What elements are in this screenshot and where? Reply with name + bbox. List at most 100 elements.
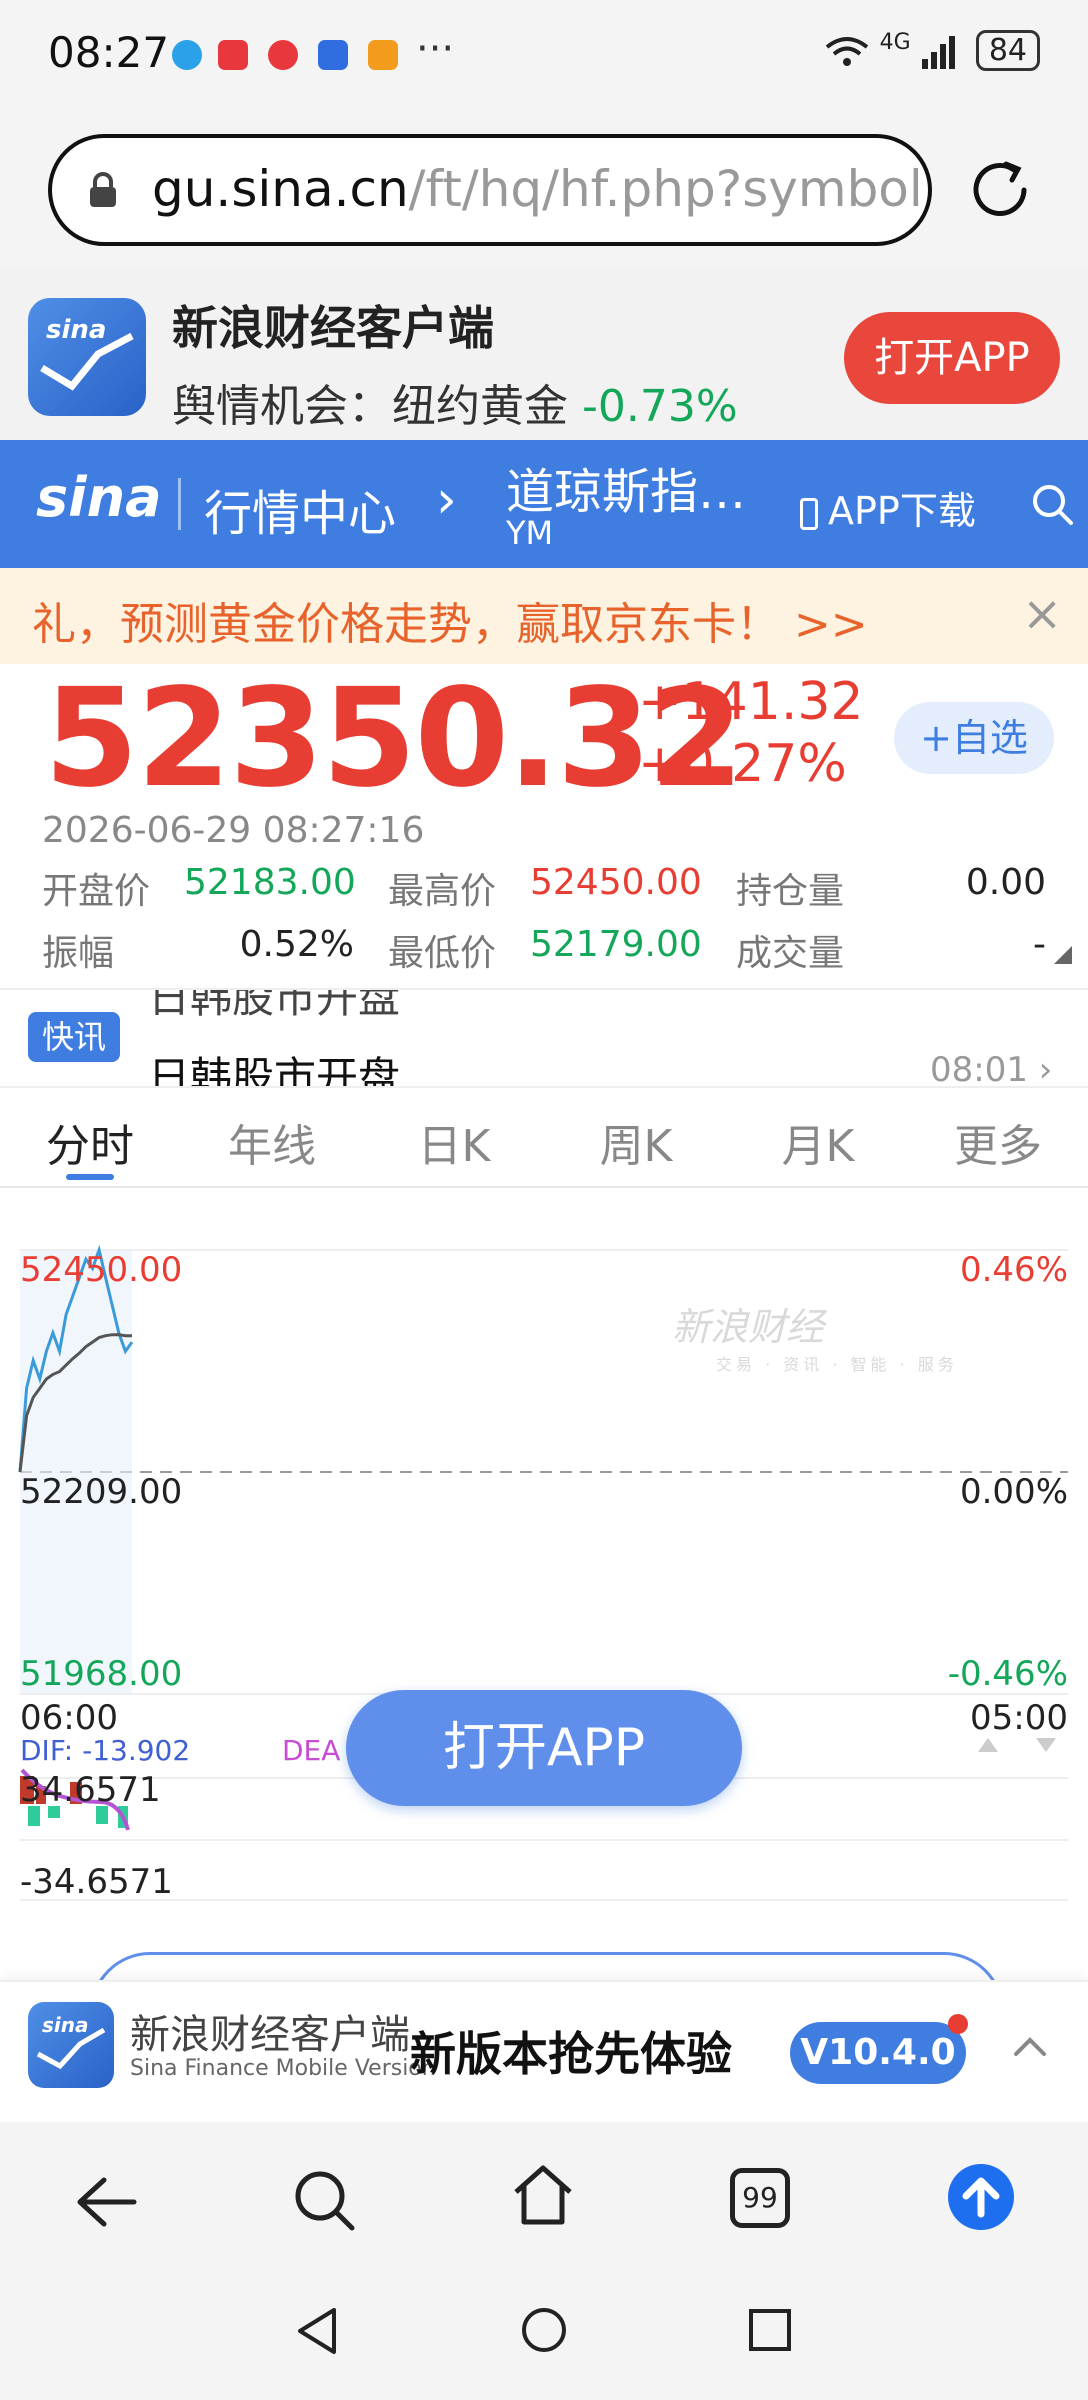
zoom-out-arrow-icon[interactable] (1036, 1738, 1056, 1752)
low-price-label: 最低价 (388, 933, 497, 974)
zoom-in-arrow-icon[interactable] (978, 1738, 998, 1752)
amplitude-value: 0.52% (239, 924, 354, 965)
notification-app-icon (268, 40, 298, 70)
promo-slogan: 新版本抢先体验 (410, 2027, 732, 2081)
tabs-count-button[interactable]: 99 (730, 2168, 790, 2228)
tab-daily-k[interactable]: 日K (384, 1110, 524, 1174)
browser-address-row: gu.sina.cn/ft/hq/hf.php?symbol= (0, 110, 1088, 270)
macd-axis-high: 34.6571 (20, 1770, 161, 1810)
news-tag: 快讯 (28, 1012, 120, 1062)
sina-logo[interactable]: sina (36, 466, 162, 529)
tab-monthly-k[interactable]: 月K (748, 1110, 888, 1174)
tab-weekly-k[interactable]: 周K (566, 1110, 706, 1174)
notification-app-icon (172, 40, 202, 70)
chevron-right-icon: › (436, 470, 457, 530)
pct-axis-low: -0.46% (947, 1654, 1068, 1694)
news-previous-headline: 日韩股市开盘 (148, 988, 401, 1022)
battery-indicator: 84 (975, 30, 1040, 71)
pct-axis-high: 0.46% (959, 1250, 1068, 1290)
breadcrumb-market-center[interactable]: 行情中心 (204, 474, 396, 544)
chevron-up-icon[interactable] (1010, 2026, 1050, 2066)
new-version-promo[interactable]: sina 新浪财经客户端 Sina Finance Mobile Version… (0, 1980, 1088, 2122)
notification-app-icon (368, 40, 398, 70)
news-time-value: 08:01 (930, 1050, 1028, 1088)
promo-app-english-name: Sina Finance Mobile Version (130, 2056, 436, 2081)
tab-more[interactable]: 更多 (928, 1110, 1068, 1174)
price-axis-mid: 52209.00 (20, 1472, 183, 1512)
intraday-chart[interactable]: 新浪财经 交易 · 资讯 · 智能 · 服务 52450.00 52209.00 … (0, 1190, 1088, 1940)
price-change: +141.32 (638, 672, 864, 732)
macd-dif-label: DIF: -13.902 (20, 1734, 191, 1767)
promo-app-name: 新浪财经客户端 (130, 2012, 410, 2058)
amplitude-label: 振幅 (42, 933, 115, 974)
open-interest-label: 持仓量 (736, 871, 845, 912)
open-price-value: 52183.00 (184, 862, 356, 903)
add-watchlist-button[interactable]: +自选 (894, 702, 1054, 774)
banner-text: 礼，预测黄金价格走势，赢取京东卡！ >> (32, 599, 868, 650)
new-dot-badge (948, 2014, 968, 2034)
symbol-name: 道琼斯指… (506, 464, 747, 520)
browser-toolbar: 99 (0, 2122, 1088, 2282)
news-time: 08:01 › (930, 1050, 1053, 1088)
macd-axis-low: -34.6571 (20, 1862, 173, 1902)
symbol-code: YM (506, 514, 554, 552)
upload-arrow-icon[interactable] (946, 2162, 1016, 2232)
sina-finance-app-logo: sina (28, 298, 146, 416)
app-promo-bar: sina 新浪财经客户端 舆情机会：纽约黄金 -0.73% 打开APP (0, 270, 1088, 440)
promo-title: 新浪财经客户端 (172, 301, 494, 355)
network-type: 4G (879, 30, 911, 55)
lock-icon (90, 172, 116, 207)
notification-app-icon (318, 40, 348, 70)
system-navigation-bar (0, 2282, 1088, 2400)
notification-app-icon (218, 40, 248, 70)
wifi-icon (825, 36, 869, 66)
sina-finance-app-logo: sina (28, 2002, 114, 2088)
reload-icon[interactable] (966, 156, 1034, 224)
open-app-button[interactable]: 打开APP (844, 312, 1060, 404)
site-header: sina 行情中心 › 道琼斯指… YM APP下载 (0, 440, 1088, 568)
tab-yearly[interactable]: 年线 (202, 1110, 342, 1174)
app-download-link[interactable]: APP下载 (800, 480, 976, 535)
svg-text:sina: sina (46, 315, 106, 345)
expand-corner-icon[interactable] (1054, 946, 1072, 964)
system-home-icon[interactable] (520, 2306, 568, 2354)
promo-subtitle: 舆情机会：纽约黄金 -0.73% (172, 370, 738, 434)
svg-text:sina: sina (42, 2013, 89, 2037)
promo-banner[interactable]: 礼，预测黄金价格走势，赢取京东卡！ >> × (0, 568, 1088, 664)
search-icon[interactable] (292, 2168, 356, 2232)
system-recents-icon[interactable] (748, 2308, 792, 2352)
search-icon[interactable] (1030, 482, 1074, 526)
status-bar: 08:27 ··· 4G 84 (0, 0, 1088, 110)
tab-intraday[interactable]: 分时 (20, 1110, 160, 1174)
active-tab-indicator (66, 1174, 114, 1180)
status-right: 4G 84 (824, 30, 1040, 71)
floating-open-app-button[interactable]: 打开APP (346, 1690, 742, 1806)
price-axis-low: 51968.00 (20, 1654, 183, 1694)
phone-icon (800, 497, 818, 530)
close-icon[interactable]: × (1022, 586, 1062, 642)
promo-subtitle-label: 舆情机会：纽约黄金 (172, 381, 568, 432)
back-icon[interactable] (74, 2174, 138, 2230)
more-notifications-icon: ··· (416, 26, 455, 72)
url-domain: gu.sina.cn (152, 160, 409, 218)
price-axis-high: 52450.00 (20, 1250, 183, 1290)
promo-subtitle-change: -0.73% (582, 381, 738, 432)
volume-value: - (1033, 924, 1046, 965)
high-price-label: 最高价 (388, 871, 497, 912)
price-change-percent: +0.27% (638, 734, 847, 794)
home-icon[interactable] (510, 2162, 576, 2228)
quote-timestamp: 2026-06-29 08:27:16 (42, 810, 425, 851)
header-divider (178, 478, 181, 530)
time-axis-end: 05:00 (970, 1698, 1068, 1738)
address-bar[interactable]: gu.sina.cn/ft/hq/hf.php?symbol= (48, 134, 932, 246)
news-ticker[interactable]: 日韩股市开盘 快讯 日韩股市开盘 08:01 › (0, 988, 1088, 1088)
url-text: gu.sina.cn/ft/hq/hf.php?symbol= (152, 160, 928, 218)
chart-tabs: 分时 年线 日K 周K 月K 更多 (0, 1086, 1088, 1188)
version-badge[interactable]: V10.4.0 (790, 2022, 966, 2084)
pct-axis-mid: 0.00% (959, 1472, 1068, 1512)
signal-icon (922, 35, 956, 69)
news-headline: 日韩股市开盘 (148, 1053, 401, 1088)
high-price-value: 52450.00 (530, 862, 702, 903)
system-back-icon[interactable] (294, 2306, 340, 2356)
status-time: 08:27 (48, 28, 170, 77)
